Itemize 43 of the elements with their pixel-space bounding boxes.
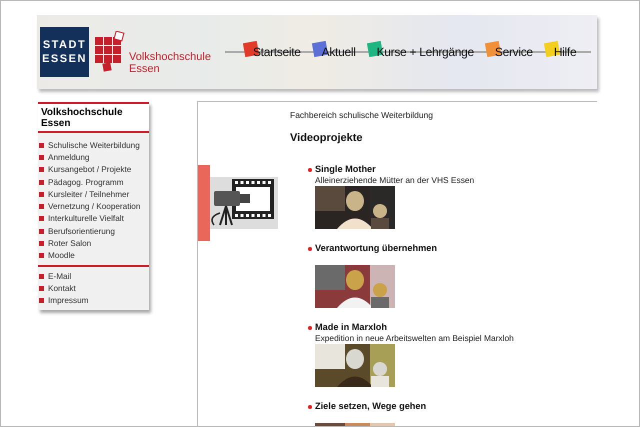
video-title-link[interactable]: Ziele setzen, Wege gehen (315, 401, 597, 412)
page-heading: Videoprojekte (290, 132, 364, 144)
sidebar-link[interactable]: Vernetzung / Kooperation (38, 200, 149, 213)
bullet-icon (39, 154, 44, 160)
video-camera-icon (198, 165, 278, 241)
bullet-icon (308, 247, 312, 251)
sidebar-link[interactable]: Schulische Weiterbildung (38, 139, 149, 152)
bullet-icon (39, 180, 44, 185)
video-description: Alleinerziehende Mütter an der VHS Essen (315, 175, 476, 186)
sidebar-link[interactable]: Kursleiter / Teilnehmer (38, 188, 149, 200)
sidebar-link[interactable]: Interkulturelle Vielfalt (38, 212, 149, 226)
sidebar-link[interactable]: Roter Salon (38, 237, 149, 250)
bullet-icon (308, 405, 312, 409)
bullet-icon (308, 168, 312, 172)
sidebar-link[interactable]: Pädagog. Programm (38, 176, 149, 188)
bullet-icon (39, 241, 44, 246)
bullet-icon (39, 253, 44, 258)
sidebar-link[interactable]: Impressum (38, 294, 149, 307)
school-logo-icon (95, 31, 127, 73)
video-title-link[interactable]: Made in Marxloh (315, 322, 597, 333)
sidebar-link[interactable]: Moodle (38, 250, 149, 262)
bullet-icon (39, 298, 44, 304)
sidebar-link[interactable]: Kursangebot / Projekte (38, 164, 149, 176)
bullet-icon (39, 286, 44, 291)
video-title-link[interactable]: Single Mother (315, 164, 597, 175)
bullet-icon (39, 167, 44, 172)
sidebar-link[interactable]: Anmeldung (38, 151, 149, 164)
bullet-icon (308, 326, 312, 330)
video-description: Expedition in neue Arbeitswelten am Beispiel Marxloh (315, 333, 515, 344)
sidebar-link[interactable]: Berufsorientierung (38, 225, 149, 238)
bullet-icon (39, 142, 44, 148)
video-title-link[interactable]: Verantwortung übernehmen (315, 243, 597, 254)
bullet-icon (39, 216, 44, 222)
school-name: Volkshochschule Essen (129, 51, 211, 75)
bullet-icon (39, 192, 44, 197)
sidebar-link[interactable]: Kontakt (38, 282, 149, 295)
bullet-icon (39, 274, 44, 279)
city-logo: STADT ESSEN (40, 27, 89, 77)
bullet-icon (39, 204, 44, 210)
sidebar-link[interactable]: E-Mail (38, 270, 149, 282)
breadcrumb: Fachbereich schulische Weiterbildung (290, 110, 434, 120)
bullet-icon (39, 228, 44, 234)
sidebar-title: Volkshochschule Essen (38, 102, 149, 133)
